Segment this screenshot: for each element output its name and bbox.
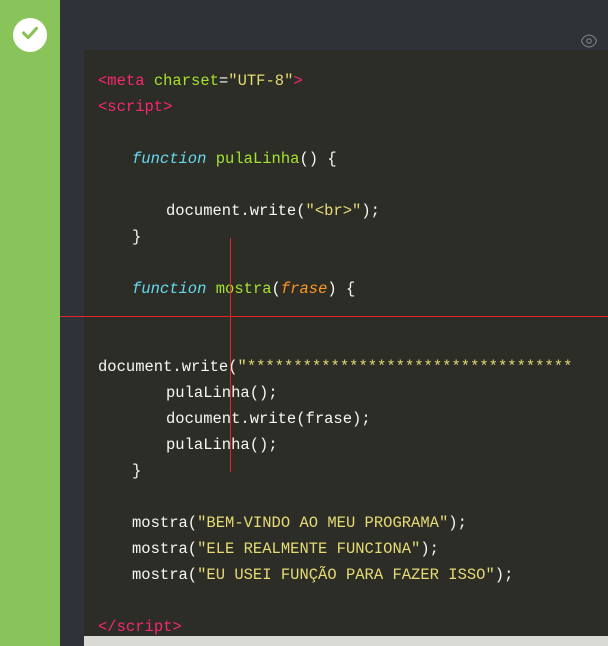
code-line (98, 172, 608, 198)
code-line (98, 302, 608, 328)
main-area: <meta charset="UTF-8"> <script> function… (60, 0, 608, 646)
code-line (98, 250, 608, 276)
sidebar (0, 0, 60, 646)
code-block[interactable]: <meta charset="UTF-8"> <script> function… (84, 50, 608, 646)
code-line (98, 120, 608, 146)
cursor-crosshair-vertical (230, 238, 231, 472)
code-line: mostra("BEM-VINDO AO MEU PROGRAMA"); (98, 510, 608, 536)
code-line: mostra("ELE REALMENTE FUNCIONA"); (98, 536, 608, 562)
code-line (98, 328, 608, 354)
code-line: } (98, 224, 608, 250)
code-line: mostra("EU USEI FUNÇÃO PARA FAZER ISSO")… (98, 562, 608, 588)
code-line: <meta charset="UTF-8"> (98, 68, 608, 94)
code-line: } (98, 458, 608, 484)
check-badge (13, 18, 47, 52)
code-line: document.write("************************… (98, 354, 608, 380)
code-line: pulaLinha(); (98, 380, 608, 406)
cursor-crosshair-horizontal-bold (84, 316, 418, 317)
code-line: <script> (98, 94, 608, 120)
eye-icon[interactable] (580, 32, 598, 50)
check-icon (19, 22, 41, 49)
code-line: function pulaLinha() { (98, 146, 608, 172)
code-line: function mostra(frase) { (98, 276, 608, 302)
code-line (98, 588, 608, 614)
code-line: pulaLinha(); (98, 432, 608, 458)
code-line: document.write("<br>"); (98, 198, 608, 224)
code-line: document.write(frase); (98, 406, 608, 432)
code-line (98, 484, 608, 510)
bottom-strip (84, 636, 608, 646)
